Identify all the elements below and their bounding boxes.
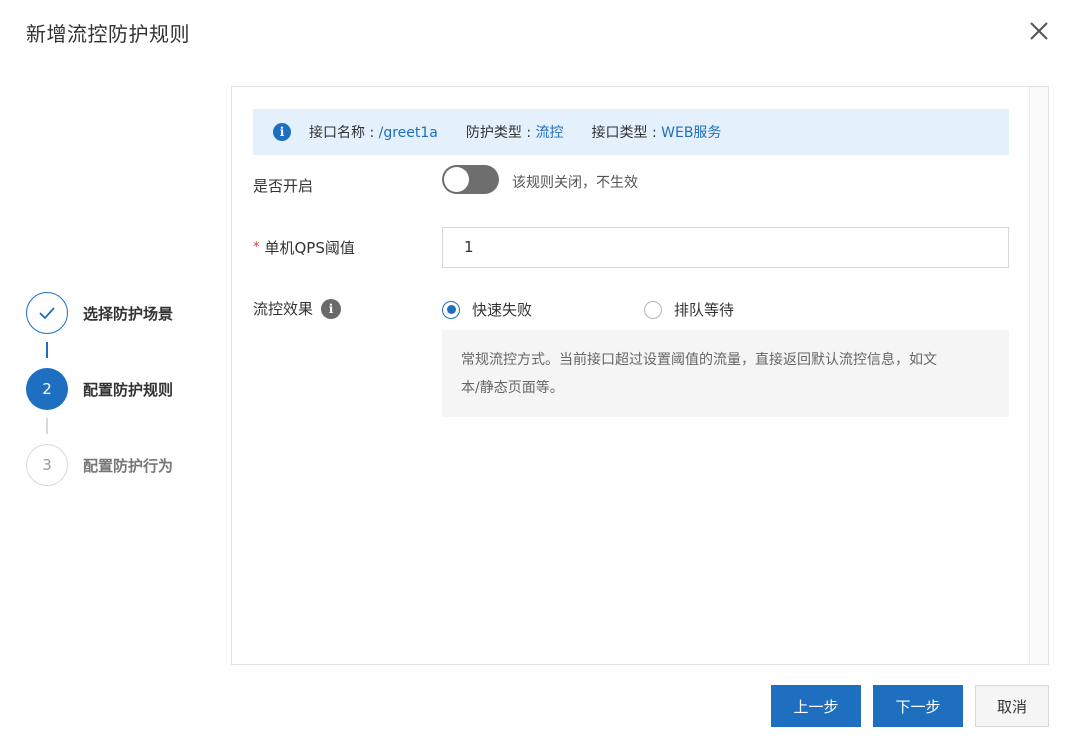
- enable-label: 是否开启: [253, 177, 314, 195]
- step-configure-rule: 2 配置防护规则: [26, 368, 173, 410]
- qps-input[interactable]: 1: [442, 227, 1009, 268]
- info-icon: i: [273, 123, 291, 141]
- check-icon: [39, 307, 55, 320]
- info-protect-type: 防护类型 : 流控: [466, 122, 564, 142]
- radio-queue-wait-label: 排队等待: [674, 301, 735, 319]
- info-api-name-label: 接口名称 :: [309, 125, 379, 141]
- step-connector-2: [46, 418, 48, 434]
- close-button[interactable]: [1024, 16, 1054, 46]
- radio-fast-fail-label: 快速失败: [472, 301, 533, 319]
- info-api-type-value: WEB服务: [661, 125, 722, 141]
- prev-step-button[interactable]: 上一步: [771, 685, 861, 727]
- step-1-circle: [26, 292, 68, 334]
- radio-queue-wait[interactable]: 排队等待: [644, 299, 734, 320]
- qps-label-row: * 单机QPS阈值: [253, 237, 355, 258]
- effect-description-line-2: 本/静态页面等。: [461, 380, 564, 396]
- effect-description-line-1: 常规流控方式。当前接口超过设置阈值的流量，直接返回默认流控信息，如文: [461, 352, 937, 368]
- radio-fast-fail[interactable]: 快速失败: [442, 299, 532, 320]
- info-api-type-label: 接口类型 :: [591, 125, 662, 141]
- enable-toggle[interactable]: [442, 165, 499, 194]
- radio-checked-icon: [442, 300, 460, 319]
- help-info-icon[interactable]: i: [321, 298, 342, 319]
- radio-unchecked-icon: [644, 300, 662, 319]
- qps-label: 单机QPS阈值: [264, 239, 355, 257]
- info-api-type: 接口类型 : WEB服务: [592, 122, 722, 142]
- info-protect-type-label: 防护类型 :: [465, 125, 536, 141]
- effect-label: 流控效果: [253, 300, 314, 318]
- toggle-knob: [444, 167, 469, 192]
- info-protect-type-value: 流控: [535, 125, 564, 141]
- required-mark: *: [253, 240, 260, 255]
- step-3-circle: 3: [26, 444, 68, 486]
- dialog-title: 新增流控防护规则: [26, 22, 190, 46]
- scrollbar[interactable]: [1029, 87, 1048, 664]
- info-api-name: 接口名称 : /greet1a: [309, 122, 438, 142]
- step-connector-1: [46, 342, 48, 358]
- step-2-label: 配置防护规则: [83, 380, 174, 399]
- form-panel: i 接口名称 : /greet1a 防护类型 : 流控 接口类型 : WEB服务…: [231, 86, 1049, 665]
- enable-description: 该规则关闭，不生效: [512, 175, 638, 191]
- radio-dot: [446, 305, 456, 314]
- step-2-circle: 2: [26, 368, 68, 410]
- info-api-name-value: /greet1a: [378, 125, 438, 141]
- step-1-label: 选择防护场景: [83, 304, 174, 323]
- cancel-button[interactable]: 取消: [975, 685, 1049, 727]
- step-3-label: 配置防护行为: [83, 456, 174, 475]
- step-select-scenario: 选择防护场景: [26, 292, 173, 334]
- close-icon: [1030, 22, 1048, 40]
- effect-label-row: 流控效果 i: [253, 298, 342, 319]
- info-bar: i 接口名称 : /greet1a 防护类型 : 流控 接口类型 : WEB服务: [253, 109, 1009, 155]
- next-step-button[interactable]: 下一步: [873, 685, 963, 727]
- step-configure-behavior: 3 配置防护行为: [26, 444, 173, 486]
- effect-description: 常规流控方式。当前接口超过设置阈值的流量，直接返回默认流控信息，如文 本/静态页…: [442, 330, 1009, 417]
